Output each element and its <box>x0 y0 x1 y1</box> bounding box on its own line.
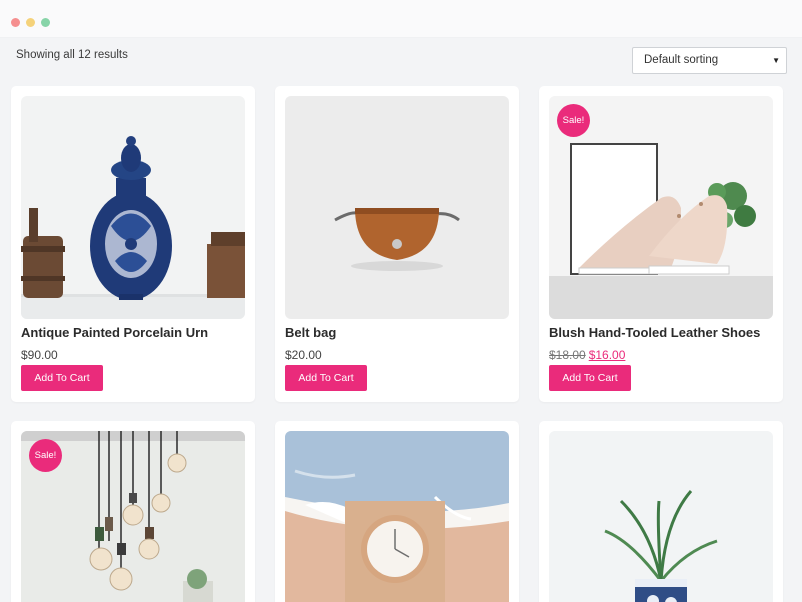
sale-price[interactable]: $16.00 <box>589 348 626 362</box>
add-to-cart-button[interactable]: Add To Cart <box>21 365 103 391</box>
sale-badge: Sale! <box>557 104 590 137</box>
product-title[interactable]: Belt bag <box>285 325 336 340</box>
porcelain-urn-image <box>21 96 245 319</box>
sorting-select[interactable]: Default sorting ▼ <box>632 47 787 74</box>
product-card[interactable]: Belt bag $20.00 Add To Cart <box>275 86 519 402</box>
add-to-cart-button[interactable]: Add To Cart <box>285 365 367 391</box>
add-to-cart-button[interactable]: Add To Cart <box>549 365 631 391</box>
wristwatch-image <box>285 431 509 602</box>
product-title[interactable]: Blush Hand-Tooled Leather Shoes <box>549 325 760 340</box>
close-window-icon[interactable] <box>11 18 20 27</box>
product-price: $18.00 $16.00 <box>549 348 625 362</box>
product-card[interactable]: Sale! <box>11 421 255 602</box>
maximize-window-icon[interactable] <box>41 18 50 27</box>
product-image-potted-plant[interactable] <box>549 431 773 602</box>
product-price: $90.00 <box>21 348 58 362</box>
product-card[interactable] <box>539 421 783 602</box>
product-card[interactable]: Sale! Blush Hand-Tooled Leather Shoes $1… <box>539 86 783 402</box>
potted-plant-image <box>549 431 773 602</box>
product-price: $20.00 <box>285 348 322 362</box>
minimize-window-icon[interactable] <box>26 18 35 27</box>
sorting-selected-value: Default sorting <box>644 54 719 66</box>
belt-bag-image <box>285 96 509 319</box>
product-title[interactable]: Antique Painted Porcelain Urn <box>21 325 208 340</box>
product-card[interactable] <box>275 421 519 602</box>
shop-window: Showing all 12 results Default sorting ▼ <box>0 0 802 602</box>
chevron-down-icon: ▼ <box>772 56 780 65</box>
sale-badge: Sale! <box>29 439 62 472</box>
product-card[interactable]: Antique Painted Porcelain Urn $90.00 Add… <box>11 86 255 402</box>
product-image-porcelain-urn[interactable] <box>21 96 245 319</box>
product-image-wristwatch[interactable] <box>285 431 509 602</box>
product-image-belt-bag[interactable] <box>285 96 509 319</box>
original-price: $18.00 <box>549 348 586 362</box>
result-count: Showing all 12 results <box>16 49 128 61</box>
window-titlebar <box>0 0 802 38</box>
